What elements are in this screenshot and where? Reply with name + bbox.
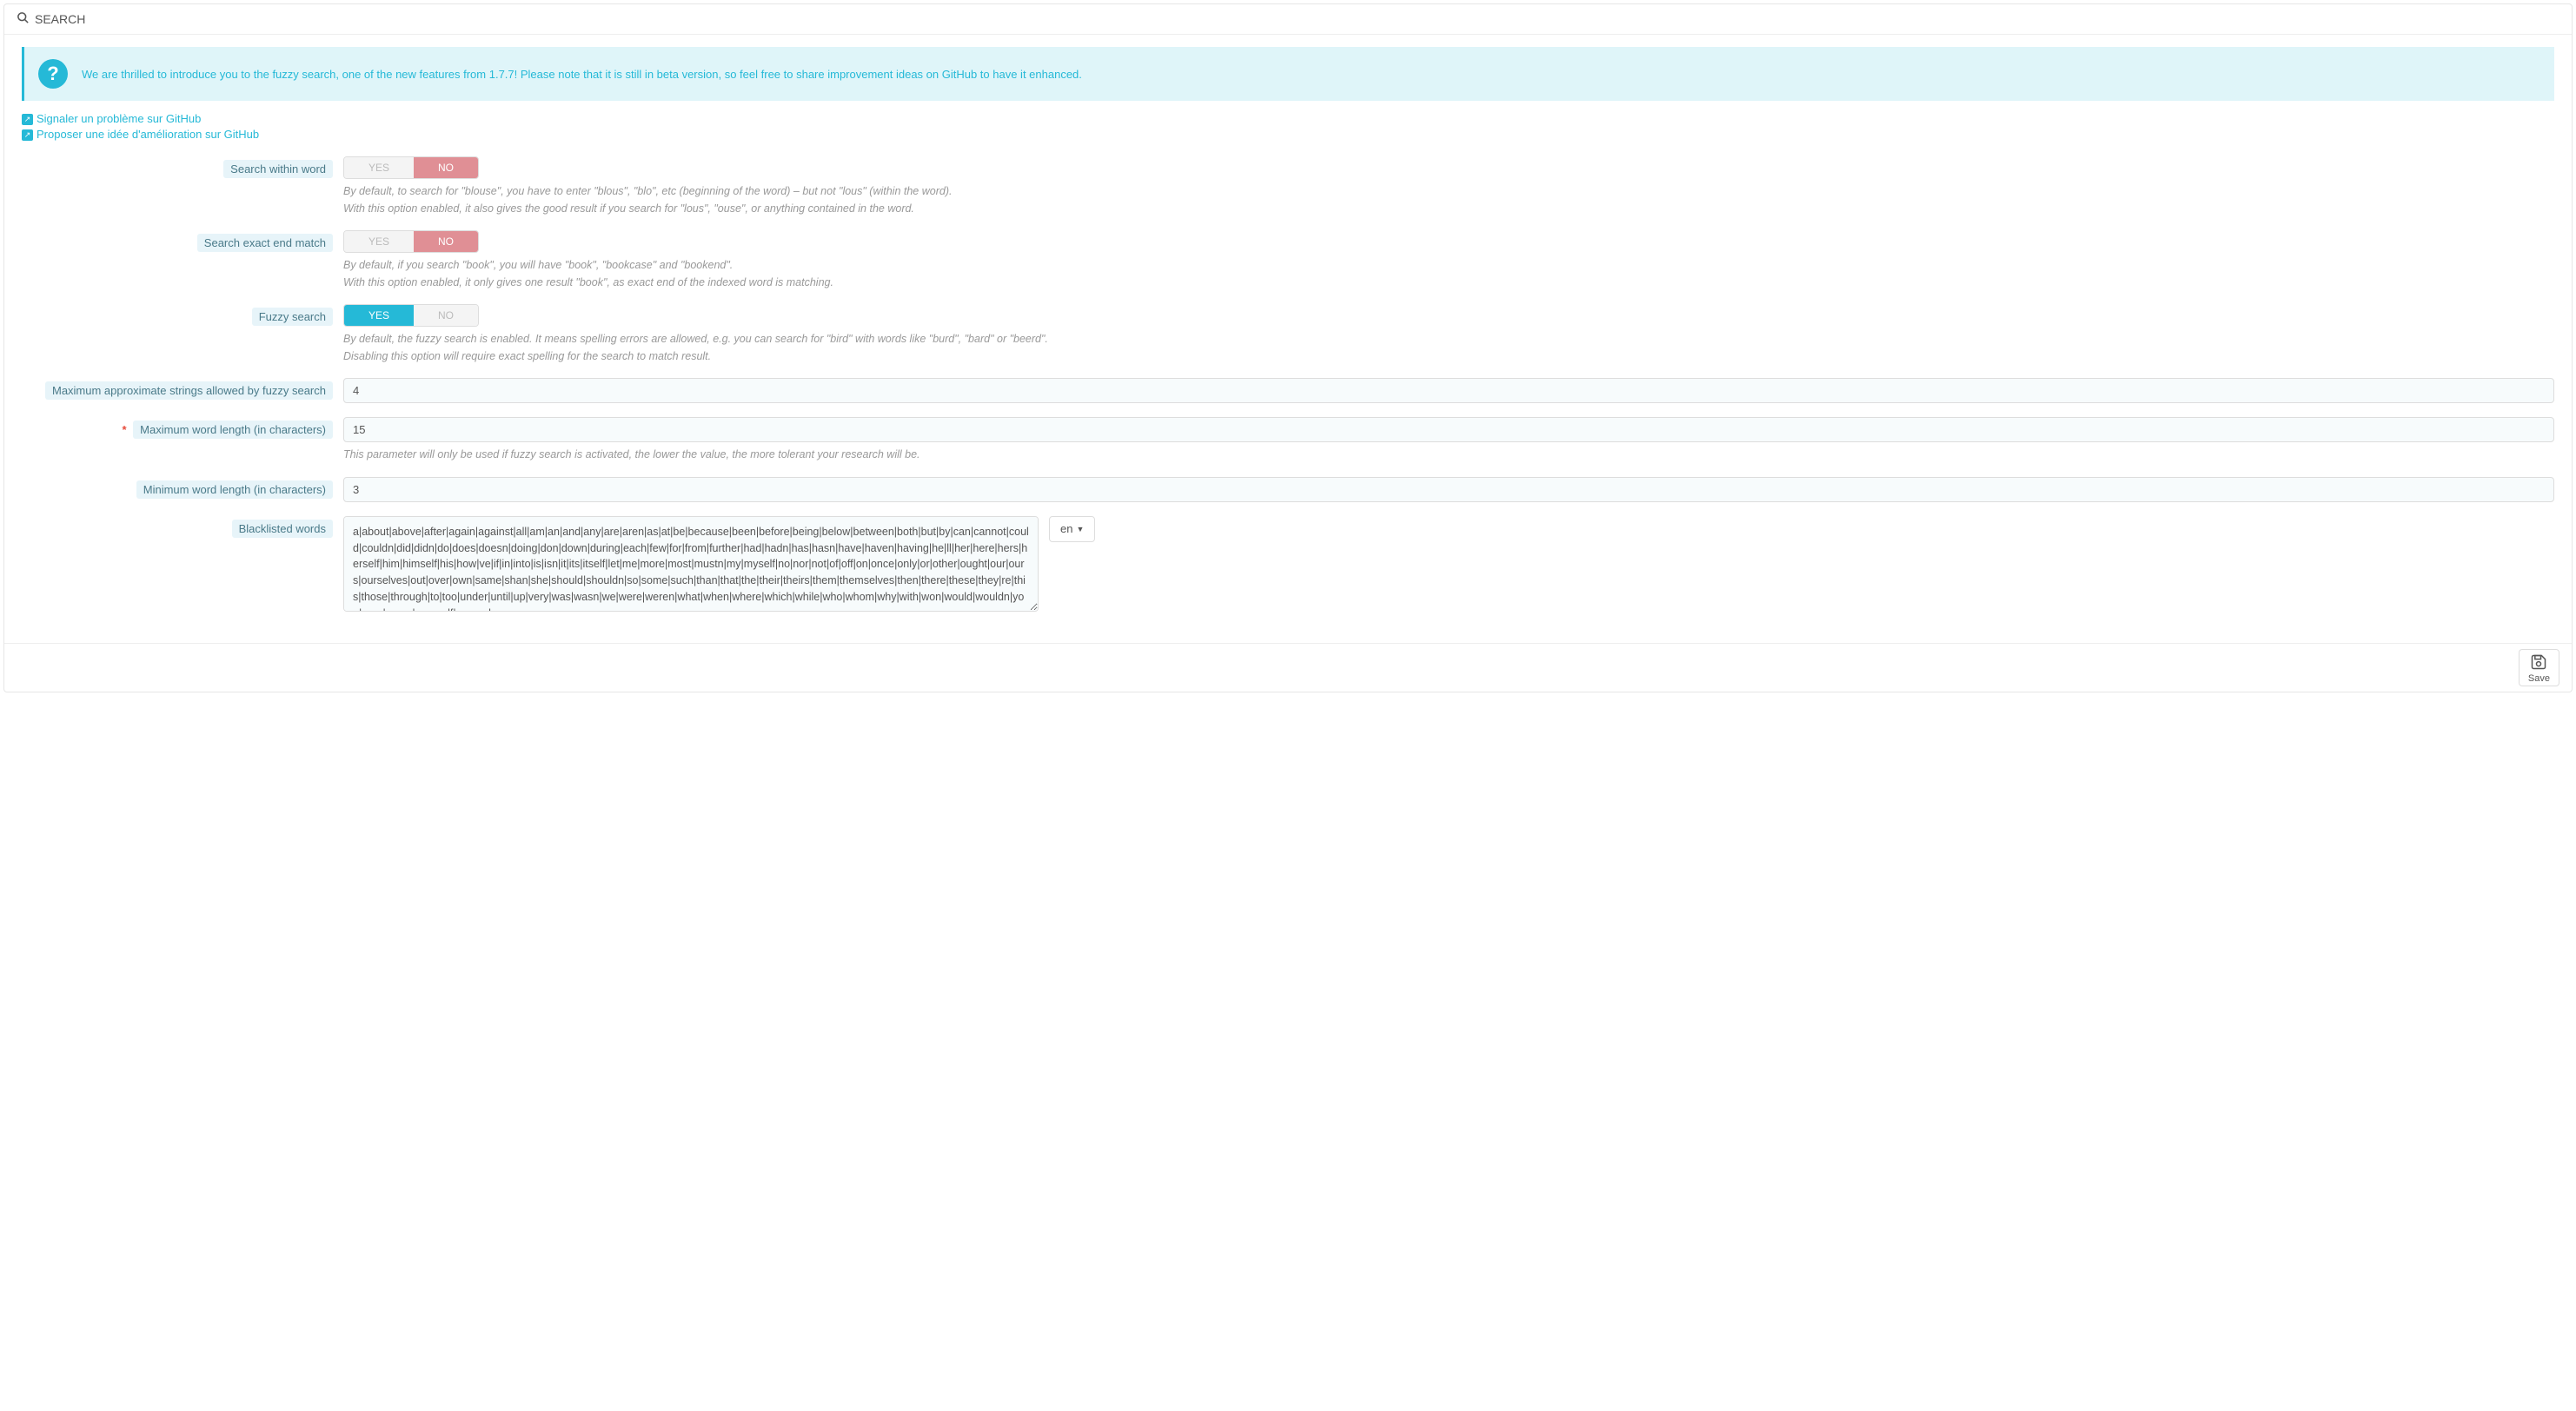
github-suggest-link[interactable]: ↗ Proposer une idée d'amélioration sur G… bbox=[22, 127, 2554, 142]
external-link-icon: ↗ bbox=[22, 129, 33, 141]
panel-heading: SEARCH bbox=[4, 4, 2572, 35]
panel-title: SEARCH bbox=[35, 12, 85, 26]
help-icon: ? bbox=[38, 59, 68, 89]
toggle-fuzzy-search[interactable]: YES NO bbox=[343, 304, 479, 327]
toggle-search-exact-end[interactable]: YES NO bbox=[343, 230, 479, 253]
alert-text: We are thrilled to introduce you to the … bbox=[82, 68, 1082, 81]
panel-footer: Save bbox=[4, 643, 2572, 692]
github-links: ↗ Signaler un problème sur GitHub ↗ Prop… bbox=[22, 111, 2554, 142]
required-star: * bbox=[122, 423, 126, 436]
github-suggest-label: Proposer une idée d'amélioration sur Git… bbox=[37, 127, 259, 142]
github-report-link[interactable]: ↗ Signaler un problème sur GitHub bbox=[22, 111, 2554, 127]
save-label: Save bbox=[2528, 673, 2550, 684]
label-max-approx: Maximum approximate strings allowed by f… bbox=[45, 381, 333, 400]
help-text: Disabling this option will require exact… bbox=[343, 349, 2554, 365]
external-link-icon: ↗ bbox=[22, 114, 33, 125]
github-report-label: Signaler un problème sur GitHub bbox=[37, 111, 201, 127]
search-icon bbox=[17, 11, 30, 27]
language-dropdown[interactable]: en ▼ bbox=[1049, 516, 1095, 542]
toggle-search-within-word[interactable]: YES NO bbox=[343, 156, 479, 179]
help-text: By default, to search for "blouse", you … bbox=[343, 184, 2554, 200]
toggle-yes[interactable]: YES bbox=[344, 157, 414, 178]
input-max-word-len[interactable] bbox=[343, 417, 2554, 442]
label-search-exact-end: Search exact end match bbox=[197, 234, 333, 252]
label-blacklisted-words: Blacklisted words bbox=[232, 520, 333, 538]
input-min-word-len[interactable] bbox=[343, 477, 2554, 502]
label-max-word-len: Maximum word length (in characters) bbox=[133, 421, 333, 439]
info-alert: ? We are thrilled to introduce you to th… bbox=[22, 47, 2554, 101]
help-text: By default, the fuzzy search is enabled.… bbox=[343, 332, 2554, 348]
label-search-within-word: Search within word bbox=[223, 160, 333, 178]
label-min-word-len: Minimum word length (in characters) bbox=[136, 480, 333, 499]
language-code: en bbox=[1060, 522, 1072, 535]
input-max-approx[interactable] bbox=[343, 378, 2554, 403]
textarea-blacklisted-words[interactable] bbox=[343, 516, 1039, 612]
label-fuzzy-search: Fuzzy search bbox=[252, 308, 333, 326]
search-panel: SEARCH ? We are thrilled to introduce yo… bbox=[3, 3, 2573, 692]
save-button[interactable]: Save bbox=[2519, 649, 2559, 686]
toggle-yes[interactable]: YES bbox=[344, 231, 414, 252]
toggle-no[interactable]: NO bbox=[414, 231, 478, 252]
toggle-no[interactable]: NO bbox=[414, 157, 478, 178]
toggle-yes[interactable]: YES bbox=[344, 305, 414, 326]
chevron-down-icon: ▼ bbox=[1076, 525, 1084, 533]
help-text: This parameter will only be used if fuzz… bbox=[343, 447, 2554, 463]
toggle-no[interactable]: NO bbox=[414, 305, 478, 326]
help-text: With this option enabled, it only gives … bbox=[343, 275, 2554, 291]
help-text: With this option enabled, it also gives … bbox=[343, 202, 2554, 217]
save-icon bbox=[2530, 653, 2547, 673]
help-text: By default, if you search "book", you wi… bbox=[343, 258, 2554, 274]
